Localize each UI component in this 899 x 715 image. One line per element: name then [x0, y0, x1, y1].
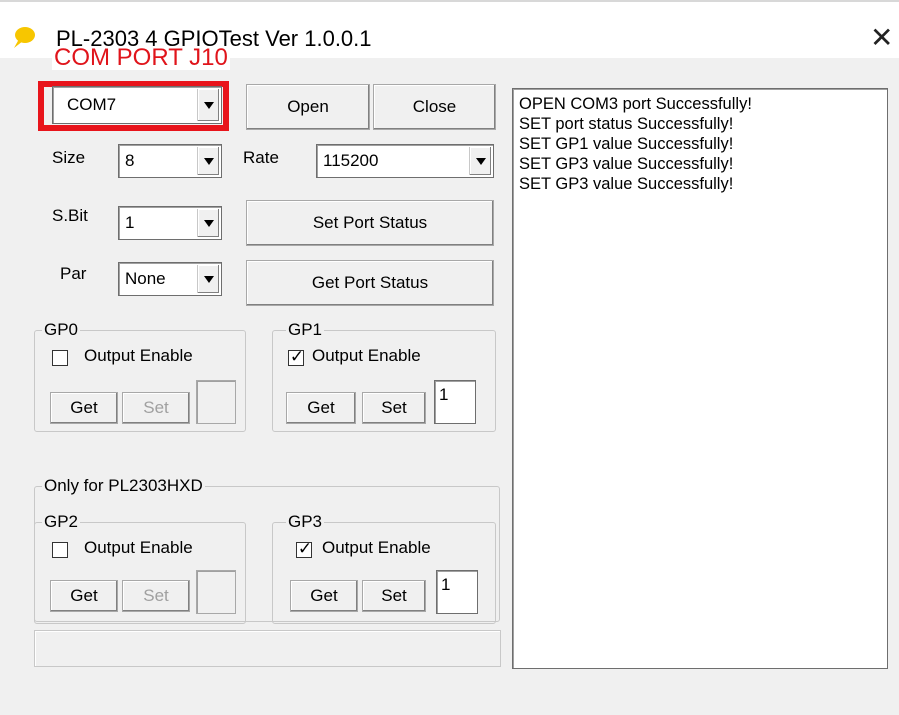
gp1-value: 1	[439, 385, 449, 404]
gp2-get-button[interactable]: Get	[50, 580, 118, 612]
stop-bit-label: S.Bit	[52, 206, 88, 225]
set-port-status-button[interactable]: Set Port Status	[246, 200, 494, 246]
chevron-down-icon[interactable]	[197, 147, 219, 175]
gp2-group-title: GP2	[42, 512, 81, 532]
gp2-output-enable-checkbox[interactable]	[52, 542, 68, 558]
gp0-set-button[interactable]: Set	[122, 392, 190, 424]
chevron-down-icon[interactable]	[197, 209, 219, 237]
size-value: 8	[125, 151, 135, 170]
gp0-group-title: GP0	[42, 320, 81, 340]
gp0-output-enable-checkbox[interactable]	[52, 350, 68, 366]
open-button[interactable]: Open	[246, 84, 370, 130]
log-line: SET port status Successfully!	[519, 115, 734, 133]
stop-bit-value: 1	[125, 213, 135, 232]
status-bar	[34, 630, 501, 667]
rate-select[interactable]: 115200	[316, 144, 494, 178]
gp2-set-button[interactable]: Set	[122, 580, 190, 612]
com-port-select[interactable]: COM7	[52, 86, 222, 124]
com-port-annotation: COM PORT J10	[52, 44, 230, 71]
gp3-value: 1	[441, 575, 451, 594]
gp1-output-enable-label: Output Enable	[312, 346, 421, 365]
app-icon	[14, 27, 35, 48]
gp0-output-enable-label: Output Enable	[84, 346, 193, 365]
size-label: Size	[52, 148, 86, 167]
gp0-get-button[interactable]: Get	[50, 392, 118, 424]
close-icon[interactable]: ✕	[870, 24, 893, 52]
log-line: SET GP1 value Successfully!	[519, 135, 734, 153]
com-port-value: COM7	[67, 95, 117, 114]
log-list[interactable]: OPEN COM3 port Successfully! SET port st…	[512, 88, 888, 669]
gp2-value-field[interactable]	[196, 570, 236, 614]
gp1-checkmark: ✓	[289, 347, 305, 366]
gp3-set-button[interactable]: Set	[362, 580, 426, 612]
gp3-checkmark: ✓	[297, 539, 313, 558]
chevron-down-icon[interactable]	[469, 147, 491, 175]
parity-select[interactable]: None	[118, 262, 222, 296]
gp0-value-field[interactable]	[196, 380, 236, 424]
gp3-get-button[interactable]: Get	[290, 580, 358, 612]
close-button[interactable]: Close	[373, 84, 496, 130]
gp1-get-button[interactable]: Get	[286, 392, 356, 424]
stop-bit-select[interactable]: 1	[118, 206, 222, 240]
log-line: SET GP3 value Successfully!	[519, 175, 734, 193]
hxd-group-title: Only for PL2303HXD	[42, 476, 205, 496]
size-select[interactable]: 8	[118, 144, 222, 178]
gp2-output-enable-label: Output Enable	[84, 538, 193, 557]
gp3-value-field[interactable]: 1	[436, 570, 478, 614]
parity-label: Par	[60, 264, 87, 283]
gp3-output-enable-checkbox[interactable]: ✓	[296, 539, 313, 558]
gp1-group-title: GP1	[286, 320, 325, 340]
gp3-output-enable-label: Output Enable	[322, 538, 431, 557]
gp1-set-button[interactable]: Set	[362, 392, 426, 424]
parity-value: None	[125, 269, 166, 288]
gp1-value-field[interactable]: 1	[434, 380, 476, 424]
gp3-group-title: GP3	[286, 512, 325, 532]
chevron-down-icon[interactable]	[197, 89, 219, 121]
chevron-down-icon[interactable]	[197, 265, 219, 293]
get-port-status-button[interactable]: Get Port Status	[246, 260, 494, 306]
log-line: SET GP3 value Successfully!	[519, 155, 734, 173]
rate-value: 115200	[323, 151, 379, 170]
log-line: OPEN COM3 port Successfully!	[519, 95, 752, 113]
gp1-output-enable-checkbox[interactable]: ✓	[288, 347, 305, 366]
rate-label: Rate	[243, 148, 279, 167]
